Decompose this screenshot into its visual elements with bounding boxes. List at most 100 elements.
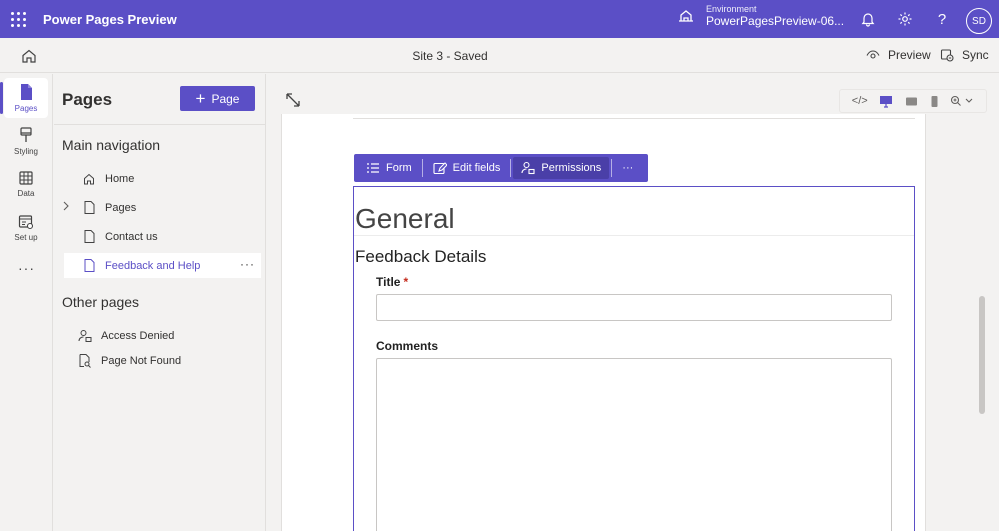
tablet-icon[interactable] [905,96,918,107]
form-component-toolbar: Form Edit fields Permissions ··· [354,154,648,182]
app-launcher-button[interactable] [0,0,36,38]
sync-button[interactable]: Sync [940,48,989,62]
sync-label: Sync [962,48,989,62]
environment-label: Environment [706,4,757,14]
section-divider [353,114,915,119]
rail-item-label: Pages [14,104,38,113]
settings-window-icon [18,215,34,230]
edit-fields-label: Edit fields [452,162,501,174]
edit-fields-button[interactable]: Edit fields [425,157,509,179]
edit-icon [433,161,447,174]
other-pages-heading: Other pages [62,294,140,310]
nav-item-label: Pages [105,201,137,214]
rail-item-pages[interactable]: Pages [0,78,48,118]
environment-picker[interactable]: Environment PowerPagesPreview-06... [676,4,844,28]
title-field-label: Title * [376,275,408,289]
title-label-text: Title [376,275,401,289]
pages-panel: Pages + Page Main navigation Home Pages [54,74,266,531]
page-icon [84,259,94,272]
app-title: Power Pages Preview [43,11,177,27]
rail-item-data[interactable]: Data [4,164,48,204]
person-lock-icon [521,161,535,175]
site-status: Site 3 - Saved [0,49,900,63]
page-icon [84,201,94,214]
nav-item-label: Home [105,172,135,185]
form-heading-divider [354,235,914,236]
plus-icon: + [195,89,206,108]
home-icon [84,173,94,184]
form-section-title: Feedback Details [355,247,487,266]
form-list-icon [367,163,379,173]
preview-label: Preview [888,48,931,62]
rail-item-styling[interactable]: Styling [4,121,48,161]
code-icon[interactable]: </> [852,95,868,107]
page-search-icon [79,353,91,368]
comments-field-label: Comments [376,339,438,353]
mobile-icon[interactable] [930,95,939,108]
panel-title: Pages [62,90,113,109]
chevron-right-icon[interactable] [62,201,70,214]
table-icon [19,171,33,185]
avatar[interactable]: SD [966,8,992,34]
person-lock-icon [78,329,92,342]
notifications-button[interactable] [858,9,878,29]
eye-icon [866,50,880,59]
nav-item-access-denied[interactable]: Access Denied [64,323,261,348]
comments-label-text: Comments [376,339,439,353]
panel-divider [54,124,266,125]
desktop-icon[interactable] [879,95,893,108]
sync-icon [940,49,954,62]
zoom-icon[interactable] [950,95,974,108]
rail-item-label: Styling [13,147,38,156]
nav-item-page-not-found[interactable]: Page Not Found [64,348,261,373]
left-rail: Pages Styling Data Set up ··· [0,74,53,531]
site-status-text: Site 3 - Saved [412,49,488,63]
page-preview-frame: Form Edit fields Permissions ··· General… [281,114,926,531]
preview-button[interactable]: Preview [866,48,931,62]
form-component[interactable]: General Feedback Details Title * Comments [353,186,915,531]
title-input[interactable] [376,294,892,321]
required-marker: * [403,275,409,289]
page-icon [84,230,94,243]
toolbar-more-button[interactable]: ··· [614,157,641,179]
toolbar-separator [421,159,423,177]
page-icon [21,84,32,100]
form-button[interactable]: Form [358,157,420,179]
nav-item-label: Access Denied [101,329,175,342]
canvas-scrollbar[interactable] [979,296,985,414]
nav-item-home[interactable]: Home [64,166,261,191]
rail-item-label: Data [17,189,35,198]
environment-icon [679,10,693,22]
settings-button[interactable] [895,9,915,29]
main-navigation-heading: Main navigation [62,137,161,153]
expand-icon[interactable] [283,90,303,110]
help-button[interactable]: ? [932,9,952,29]
nav-item-feedback-and-help[interactable]: Feedback and Help ··· [64,253,261,278]
add-page-button[interactable]: + Page [180,86,255,111]
permissions-label: Permissions [541,162,602,174]
command-bar: Site 3 - Saved Preview Sync [0,38,999,73]
question-mark-icon: ? [937,10,947,28]
environment-name: PowerPagesPreview-06... [706,14,845,28]
rail-item-setup[interactable]: Set up [4,208,48,248]
device-toolbar: </> [839,89,987,113]
form-heading: General [355,203,455,234]
rail-item-label: Set up [14,233,38,242]
nav-item-label: Page Not Found [101,354,182,367]
gear-icon [898,12,912,26]
nav-item-label: Contact us [105,230,158,243]
add-page-label: Page [211,91,240,106]
toolbar-separator [611,159,613,177]
comments-textarea[interactable] [376,358,892,531]
paintbrush-icon [20,127,32,142]
rail-more-button[interactable]: ··· [18,260,35,276]
bell-icon [861,13,875,27]
page-more-options-button[interactable]: ··· [240,257,255,271]
design-canvas: </> Form Edit fields Permissions ··· Gen… [267,74,999,531]
toolbar-separator [510,159,512,177]
nav-item-pages[interactable]: Pages [62,195,261,220]
waffle-icon [10,11,26,27]
nav-item-contact-us[interactable]: Contact us [64,224,261,249]
app-header: Power Pages Preview Environment PowerPag… [0,0,999,38]
permissions-button[interactable]: Permissions [513,157,610,179]
